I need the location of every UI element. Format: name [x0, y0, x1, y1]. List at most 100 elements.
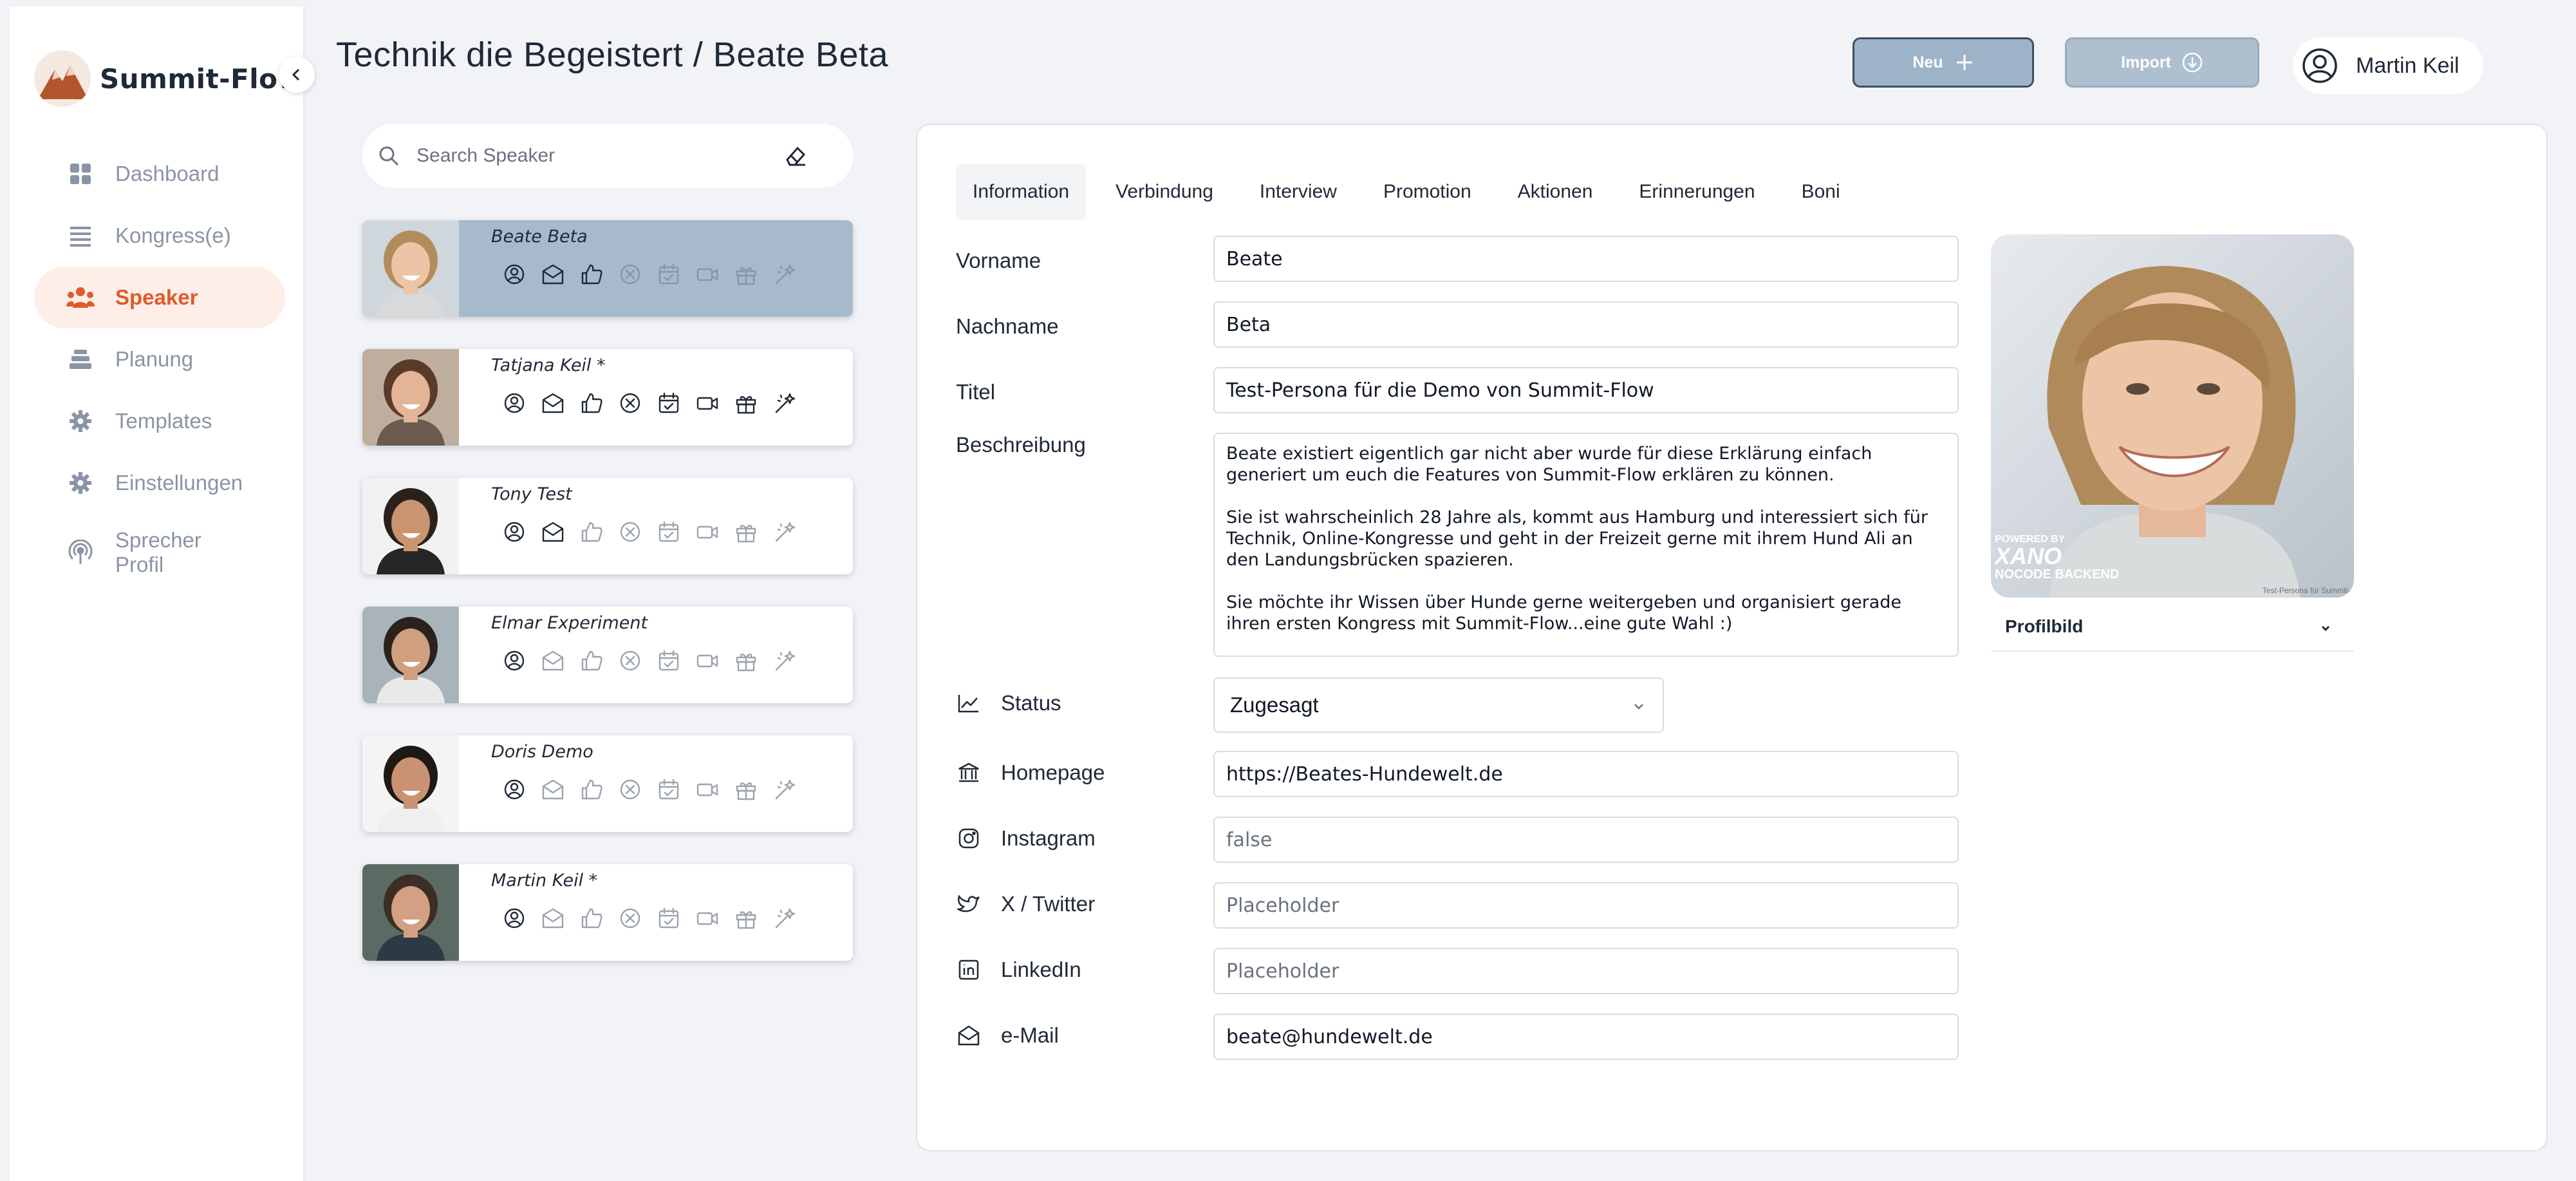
profilbild-toggle[interactable]: Profilbild [1991, 603, 2354, 652]
gift-icon[interactable] [734, 907, 758, 930]
calendar-check-icon[interactable] [657, 520, 680, 543]
mail-open-icon[interactable] [541, 520, 565, 543]
status-select[interactable]: Zugesagt [1213, 677, 1664, 733]
vorname-field[interactable]: Beate [1213, 236, 1959, 282]
gift-icon[interactable] [734, 392, 758, 415]
speaker-search[interactable] [362, 124, 853, 188]
watermark-line: XANO [1995, 543, 2062, 569]
video-icon[interactable] [696, 392, 719, 415]
wand-icon[interactable] [773, 520, 796, 543]
speaker-card[interactable]: Elmar Experiment [362, 607, 853, 703]
tab-boni[interactable]: Boni [1785, 164, 1857, 220]
tab-interview[interactable]: Interview [1243, 164, 1354, 220]
new-button[interactable]: Neu [1853, 37, 2034, 88]
tab-verbindung[interactable]: Verbindung [1099, 164, 1230, 220]
video-icon[interactable] [696, 778, 719, 801]
watermark-line: NOCODE BACKEND [1995, 567, 2120, 581]
gift-icon[interactable] [734, 649, 758, 672]
gift-icon[interactable] [734, 520, 758, 543]
wand-icon[interactable] [773, 778, 796, 801]
calendar-check-icon[interactable] [657, 907, 680, 930]
bank-icon [956, 760, 982, 786]
mail-open-icon[interactable] [541, 263, 565, 286]
user-name: Martin Keil [2356, 53, 2459, 78]
collapse-sidebar-button[interactable] [279, 57, 315, 93]
user-circle-icon[interactable] [503, 392, 526, 415]
mail-open-icon[interactable] [541, 907, 565, 930]
gear-icon [66, 407, 95, 435]
speaker-card[interactable]: Tatjana Keil * [362, 349, 853, 446]
thumbs-up-icon[interactable] [580, 778, 603, 801]
sidebar: Summit-Flow Dashboard Kongress(e) Speake… [10, 6, 304, 1181]
user-circle-icon[interactable] [503, 778, 526, 801]
thumbs-up-icon[interactable] [580, 392, 603, 415]
calendar-check-icon[interactable] [657, 392, 680, 415]
import-button[interactable]: Import [2065, 37, 2259, 88]
user-circle-icon[interactable] [503, 907, 526, 930]
sidebar-item-label: Sprecher Profil [115, 528, 201, 576]
titel-field[interactable]: Test-Persona für die Demo von Summit-Flo… [1213, 367, 1959, 413]
sidebar-item-dashboard[interactable]: Dashboard [34, 143, 285, 205]
eraser-icon[interactable] [782, 143, 808, 169]
sidebar-item-einstellungen[interactable]: Einstellungen [34, 452, 285, 514]
x-circle-icon[interactable] [619, 520, 642, 543]
speaker-card[interactable]: Martin Keil * [362, 864, 853, 961]
speaker-card[interactable]: Beate Beta [362, 220, 853, 317]
wand-icon[interactable] [773, 907, 796, 930]
mail-open-icon[interactable] [541, 649, 565, 672]
tab-promotion[interactable]: Promotion [1367, 164, 1488, 220]
linkedin-field[interactable]: Placeholder [1213, 948, 1959, 994]
video-icon[interactable] [696, 520, 719, 543]
twitter-field[interactable]: Placeholder [1213, 882, 1959, 929]
calendar-check-icon[interactable] [657, 778, 680, 801]
sidebar-item-planung[interactable]: Planung [34, 328, 285, 390]
twitter-label-text: X / Twitter [1001, 892, 1096, 916]
homepage-field[interactable]: https://Beates-Hundewelt.de [1213, 751, 1959, 797]
beschreibung-textarea[interactable]: Beate existiert eigentlich gar nicht abe… [1213, 433, 1959, 657]
user-circle-icon[interactable] [503, 520, 526, 543]
gift-icon[interactable] [734, 263, 758, 286]
sidebar-item-kongresse[interactable]: Kongress(e) [34, 205, 285, 267]
user-circle-icon[interactable] [503, 649, 526, 672]
video-icon[interactable] [696, 263, 719, 286]
sidebar-item-speaker[interactable]: Speaker [34, 267, 285, 328]
sidebar-item-templates[interactable]: Templates [34, 390, 285, 452]
thumbs-up-icon[interactable] [580, 907, 603, 930]
thumbs-up-icon[interactable] [580, 263, 603, 286]
video-icon[interactable] [696, 649, 719, 672]
linkedin-label-text: LinkedIn [1001, 958, 1081, 981]
speaker-card[interactable]: Doris Demo [362, 735, 853, 832]
speaker-card[interactable]: Tony Test [362, 478, 853, 574]
thumbs-up-icon[interactable] [580, 649, 603, 672]
nachname-field[interactable]: Beta [1213, 301, 1959, 348]
instagram-field[interactable]: false [1213, 817, 1959, 863]
gift-icon[interactable] [734, 778, 758, 801]
mail-open-icon[interactable] [541, 778, 565, 801]
tab-aktionen[interactable]: Aktionen [1501, 164, 1610, 220]
x-circle-icon[interactable] [619, 263, 642, 286]
x-circle-icon[interactable] [619, 778, 642, 801]
wand-icon[interactable] [773, 392, 796, 415]
new-button-label: Neu [1912, 53, 1943, 71]
profile-photo[interactable]: POWERED BY XANO NOCODE BACKEND Test-Pers… [1991, 234, 2354, 598]
user-circle-icon[interactable] [503, 263, 526, 286]
email-field[interactable]: beate@hundewelt.de [1213, 1014, 1959, 1060]
brand[interactable]: Summit-Flow [34, 46, 303, 111]
wand-icon[interactable] [773, 263, 796, 286]
thumbs-up-icon[interactable] [580, 520, 603, 543]
gear-icon [66, 469, 95, 497]
tab-information[interactable]: Information [956, 164, 1087, 220]
wand-icon[interactable] [773, 649, 796, 672]
x-circle-icon[interactable] [619, 649, 642, 672]
video-icon[interactable] [696, 907, 719, 930]
sidebar-item-sprecher-profil[interactable]: Sprecher Profil [34, 514, 285, 591]
x-circle-icon[interactable] [619, 907, 642, 930]
x-circle-icon[interactable] [619, 392, 642, 415]
mail-open-icon[interactable] [541, 392, 565, 415]
calendar-check-icon[interactable] [657, 649, 680, 672]
calendar-check-icon[interactable] [657, 263, 680, 286]
search-input[interactable] [416, 145, 751, 167]
user-menu[interactable]: Martin Keil [2293, 37, 2483, 94]
sidebar-item-label: Planung [115, 347, 194, 371]
tab-erinnerungen[interactable]: Erinnerungen [1622, 164, 1771, 220]
